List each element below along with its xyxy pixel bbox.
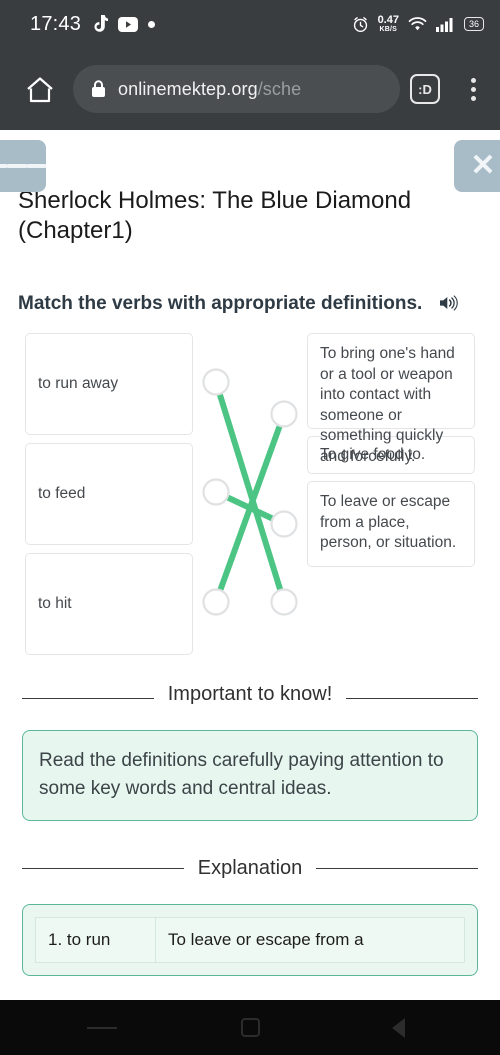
dot-icon [148,20,156,28]
lock-padlock-icon [91,80,106,98]
wifi-icon [408,16,427,32]
match-node-left-1 [202,368,230,396]
important-info-box: Read the definitions carefully paying at… [22,730,478,822]
alarm-clock-icon [352,16,369,33]
exercise-prompt-text: Match the verbs with appropriate definit… [18,293,423,315]
verb-card-1[interactable]: to run away [25,333,193,436]
status-clock: 17:43 [30,12,82,35]
table-row: 1. to run To leave or escape from a [35,917,465,963]
explanation-table: 1. to run To leave or escape from a [35,917,465,963]
divider-left [22,698,154,700]
verb-card-3[interactable]: to hit [25,553,193,656]
menu-bar-3 [26,164,46,168]
status-bar-left: 17:43 [0,12,156,36]
speaker-sound-icon[interactable] [438,293,458,321]
menu-bar-1 [0,164,8,168]
explanation-heading: Explanation [197,857,303,880]
definition-card-1[interactable]: To bring one's hand or a tool or weapon … [307,333,475,465]
tab-counter-button[interactable]: :D [410,74,440,104]
explanation-box: 1. to run To leave or escape from a [22,904,478,976]
three-dots-menu-icon[interactable] [460,77,486,101]
network-speed-indicator: 0.47 KB/S [377,14,399,34]
match-node-left-3 [202,588,230,616]
browser-toolbar: onlinemektep.org/sche :D [0,48,500,130]
android-status-bar: 17:43 0.47 KB/S 36 [0,0,500,48]
phone-screen: 17:43 0.47 KB/S 36 onlinemektep.org/sche… [0,0,500,1055]
network-speed-unit: KB/S [379,26,398,33]
battery-indicator: 36 [463,17,484,31]
match-node-right-2 [270,510,298,538]
match-node-right-1 [270,400,298,428]
explanation-section-header: Explanation [0,855,500,882]
verb-card-2[interactable]: to feed [25,443,193,546]
youtube-icon [118,16,139,32]
definition-card-3[interactable]: To leave or escape from a place, person,… [307,481,475,568]
address-bar[interactable]: onlinemektep.org/sche [73,65,400,113]
match-node-left-2 [202,478,230,506]
match-node-right-3 [270,588,298,616]
verbs-column: to run away to feed to hit [25,333,193,663]
page-title: Sherlock Holmes: The Blue Diamond (Chapt… [18,187,412,245]
important-heading: Important to know! [167,683,333,706]
divider-right [346,698,478,700]
battery-level: 36 [468,18,479,29]
tiktok-icon [91,14,109,34]
lesson-toolbar: ✕ [0,130,500,192]
menu-bar-2 [7,164,27,168]
back-triangle-icon[interactable] [383,1013,413,1043]
exercise-prompt: Match the verbs with appropriate definit… [0,290,500,321]
url-host: onlinemektep.org [118,78,258,99]
close-glyph: ✕ [470,149,496,182]
cellular-signal-icon [435,17,455,32]
hamburger-menu-icon[interactable] [0,140,46,192]
matching-exercise: to run away to feed to hit To bring one'… [0,333,500,656]
definitions-column: To bring one's hand or a tool or weapon … [307,333,475,574]
divider-left [22,868,184,870]
network-speed-value: 0.47 [377,14,399,26]
explanation-term: 1. to run [35,917,156,963]
explanation-definition: To leave or escape from a [155,917,465,963]
url-path: /sche [257,78,302,99]
recents-icon[interactable] [87,1013,117,1043]
android-nav-bar [0,1000,500,1055]
status-bar-right: 0.47 KB/S 36 [352,15,500,33]
important-section-header: Important to know! [0,681,500,708]
lesson-content: ✕ Sherlock Holmes: The Blue Diamond (Cha… [0,130,500,1000]
home-square-icon[interactable] [235,1013,265,1043]
address-bar-url: onlinemektep.org/sche [118,79,301,100]
home-icon[interactable] [17,76,63,103]
close-x-icon[interactable]: ✕ [454,140,500,192]
divider-right [316,868,478,870]
